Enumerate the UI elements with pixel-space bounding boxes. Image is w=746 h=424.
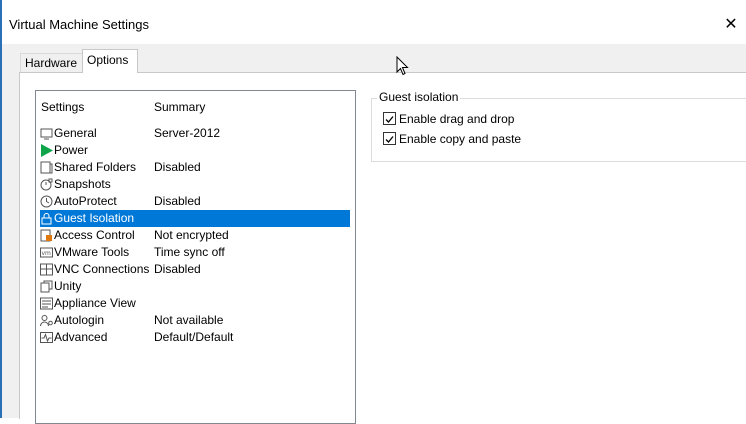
list-item-summary: Server-2012: [154, 126, 221, 140]
list-item-summary: Disabled: [154, 160, 201, 174]
list-item-access-control[interactable]: Access Control Not encrypted: [40, 227, 350, 244]
dialog-body: Hardware Options Settings Summary Genera…: [2, 44, 746, 424]
list-item-general[interactable]: General Server-2012: [40, 125, 350, 142]
column-header-summary[interactable]: Summary: [154, 100, 205, 116]
list-item-name: Snapshots: [54, 177, 111, 191]
list-item-name: General: [54, 126, 97, 140]
list-item-name: Unity: [54, 279, 82, 293]
settings-list[interactable]: Settings Summary General Server-2012 Pow…: [35, 90, 356, 424]
list-item-name: Autologin: [54, 313, 105, 327]
appliance-view-icon: [40, 297, 53, 310]
list-item-name: VMware Tools: [54, 245, 130, 259]
list-item-autologin[interactable]: Autologin Not available: [40, 312, 350, 329]
list-item-name: Guest Isolation: [54, 211, 135, 225]
guest-isolation-group: Guest isolation Enable drag and drop Ena…: [371, 90, 746, 162]
list-item-name: AutoProtect: [54, 194, 117, 208]
shared-folders-icon: [40, 161, 53, 174]
checkmark-icon: [385, 116, 394, 123]
list-item-name: Power: [54, 143, 89, 157]
snapshots-icon: [40, 178, 53, 191]
title-bar[interactable]: Virtual Machine Settings ✕: [2, 0, 746, 44]
list-item-summary: Disabled: [154, 262, 201, 276]
advanced-icon: [40, 332, 53, 343]
close-button[interactable]: ✕: [716, 12, 746, 38]
list-item-name: Appliance View: [54, 296, 136, 310]
list-item-appliance-view[interactable]: Appliance View: [40, 295, 350, 312]
options-tab-panel: Settings Summary General Server-2012 Pow…: [19, 72, 746, 424]
list-item-name: VNC Connections: [54, 262, 150, 276]
group-title: Guest isolation: [377, 90, 461, 104]
list-item-advanced[interactable]: Advanced Default/Default: [40, 329, 350, 346]
list-item-summary: Not encrypted: [154, 228, 229, 242]
list-item-summary: Time sync off: [154, 245, 225, 259]
list-item-snapshots[interactable]: Snapshots: [40, 176, 350, 193]
list-item-autoprotect[interactable]: AutoProtect Disabled: [40, 193, 350, 210]
power-play-icon: [41, 144, 53, 157]
list-item-name: Access Control: [54, 228, 135, 242]
unity-icon: [40, 280, 53, 293]
checkbox-box[interactable]: [383, 112, 396, 125]
checkbox-label: Enable drag and drop: [399, 112, 515, 126]
list-item-shared-folders[interactable]: Shared Folders Disabled: [40, 159, 350, 176]
autologin-icon: [40, 315, 53, 327]
checkbox-label: Enable copy and paste: [399, 132, 522, 146]
list-item-vmware-tools[interactable]: vm VMware Tools Time sync off: [40, 244, 350, 261]
access-control-icon: [40, 229, 52, 242]
vnc-icon: [40, 263, 53, 276]
list-item-power[interactable]: Power: [40, 142, 350, 159]
list-item-name: Advanced: [54, 330, 108, 344]
tab-options[interactable]: Options: [82, 49, 138, 73]
lock-icon: [41, 213, 52, 225]
general-icon: [40, 128, 53, 140]
list-item-guest-isolation[interactable]: Guest Isolation: [40, 210, 350, 227]
list-item-summary: Disabled: [154, 194, 201, 208]
mouse-cursor-icon: [396, 56, 409, 76]
list-item-summary: Default/Default: [154, 330, 234, 344]
tab-hardware[interactable]: Hardware: [20, 53, 83, 72]
list-item-summary: Not available: [154, 313, 224, 327]
window-title: Virtual Machine Settings: [9, 17, 149, 32]
autoprotect-clock-icon: [40, 195, 53, 208]
column-header-settings[interactable]: Settings: [41, 100, 84, 116]
list-item-unity[interactable]: Unity: [40, 278, 350, 295]
svg-text:vm: vm: [42, 250, 52, 257]
list-item-vnc-connections[interactable]: VNC Connections Disabled: [40, 261, 350, 278]
checkmark-icon: [385, 136, 394, 143]
vmware-tools-icon: vm: [40, 247, 53, 258]
list-item-name: Shared Folders: [54, 160, 137, 174]
checkbox-box[interactable]: [383, 132, 396, 145]
